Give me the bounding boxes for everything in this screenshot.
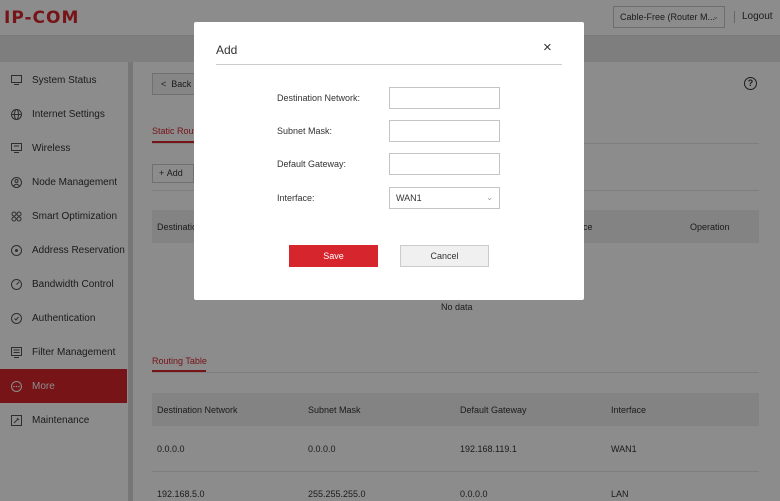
subnet-mask-input[interactable]	[389, 120, 500, 142]
cancel-button[interactable]: Cancel	[400, 245, 489, 267]
default-gateway-label: Default Gateway:	[277, 159, 347, 169]
interface-select[interactable]: WAN1 ⌄	[389, 187, 500, 209]
subnet-mask-label: Subnet Mask:	[277, 126, 333, 136]
close-icon[interactable]: ×	[543, 39, 552, 56]
chevron-down-icon: ⌄	[486, 193, 493, 202]
destination-network-label: Destination Network:	[277, 93, 361, 103]
save-button[interactable]: Save	[289, 245, 378, 267]
dialog-title-divider	[216, 64, 562, 65]
dialog-title: Add	[216, 43, 238, 57]
destination-network-input[interactable]	[389, 87, 500, 109]
default-gateway-input[interactable]	[389, 153, 500, 175]
add-route-dialog: Add × Destination Network: Subnet Mask: …	[194, 22, 584, 300]
interface-label: Interface:	[277, 193, 315, 203]
interface-select-value: WAN1	[396, 193, 422, 203]
